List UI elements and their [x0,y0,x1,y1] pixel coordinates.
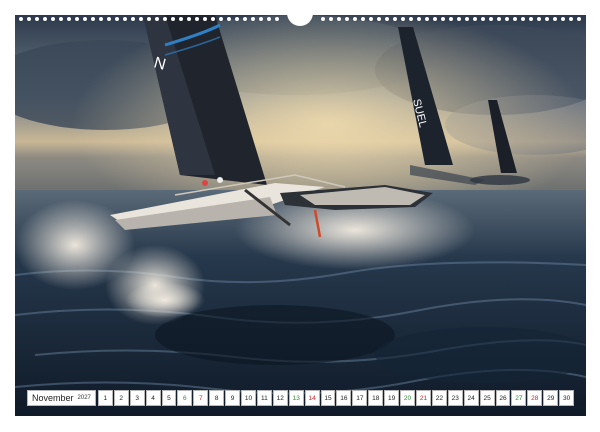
day-cell: 17 [352,390,368,406]
day-cell: 27 [511,390,527,406]
days-row: 1 2 3 4 5 6 7 8 9 10 11 12 13 14 15 16 17 18 19 20 21 22 23 24 2… [97,390,575,406]
day-cell: 22 [431,390,447,406]
day-cell: 9 [225,390,241,406]
day-cell: 8 [209,390,225,406]
month-name: November [32,393,74,403]
day-cell: 20 [400,390,415,406]
day-cell: 11 [256,390,272,406]
year-label: 2027 [77,395,91,401]
calendar-strip: November 2027 1 2 3 4 5 6 7 8 9 10 11 12 13 14 15 16 17 1… [27,390,575,406]
day-cell: 30 [559,390,575,406]
day-cell: 15 [320,390,336,406]
day-cell: 25 [479,390,495,406]
day-cell: 29 [543,390,559,406]
day-cell: 14 [304,390,320,406]
day-cell: 24 [463,390,479,406]
day-cell: 5 [161,390,177,406]
sailing-scene: SUEL N [15,15,586,416]
day-cell: 21 [416,390,431,406]
day-cell: 26 [495,390,511,406]
day-cell: 16 [336,390,352,406]
day-cell: 12 [272,390,288,406]
day-cell: 1 [97,390,113,406]
day-cell: 18 [368,390,384,406]
sailing-photo: SUEL N [15,15,586,416]
day-cell: 19 [384,390,400,406]
day-cell: 13 [288,390,304,406]
day-cell: 23 [447,390,463,406]
day-cell: 2 [113,390,129,406]
day-cell: 10 [241,390,256,406]
calendar-page: SUEL N November 2027 1 2 3 4 5 6 7 8 9 1… [0,0,600,432]
day-cell: 28 [527,390,543,406]
day-cell: 6 [177,390,193,406]
day-cell: 4 [145,390,161,406]
day-cell: 3 [129,390,145,406]
month-label-box: November 2027 [27,390,96,406]
day-cell: 7 [193,390,209,406]
